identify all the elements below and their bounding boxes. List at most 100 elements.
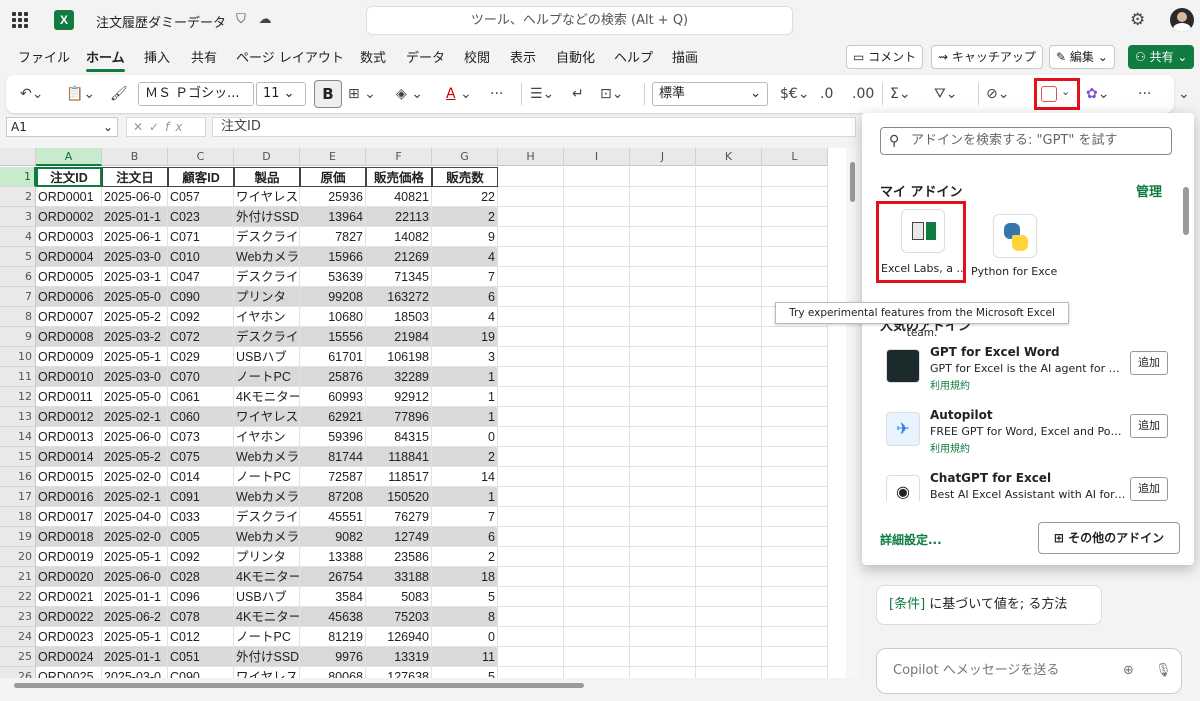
cell[interactable]: ORD0020: [36, 567, 102, 587]
cell[interactable]: 25936: [300, 187, 366, 207]
cell[interactable]: 2025-01-1: [102, 207, 168, 227]
cell[interactable]: C073: [168, 427, 234, 447]
cell[interactable]: C012: [168, 627, 234, 647]
cell[interactable]: 0: [432, 427, 498, 447]
column-header[interactable]: J: [630, 148, 696, 166]
font-size-select[interactable]: 11 ⌄: [256, 82, 306, 106]
cell[interactable]: [696, 347, 762, 367]
cell[interactable]: 15966: [300, 247, 366, 267]
cell[interactable]: [564, 187, 630, 207]
row-header[interactable]: 6: [0, 267, 36, 287]
formula-input[interactable]: 注文ID: [212, 117, 856, 137]
row-header[interactable]: 15: [0, 447, 36, 467]
cell[interactable]: [696, 287, 762, 307]
tab-formulas[interactable]: 数式: [360, 47, 386, 66]
cell[interactable]: [762, 407, 828, 427]
copilot-input[interactable]: Copilot へメッセージを送る ⊕ 🎙: [876, 648, 1182, 694]
cell[interactable]: 71345: [366, 267, 432, 287]
cell[interactable]: 1: [432, 387, 498, 407]
cell[interactable]: 76279: [366, 507, 432, 527]
cell[interactable]: 23586: [366, 547, 432, 567]
tab-share[interactable]: 共有: [191, 47, 217, 66]
cell[interactable]: [564, 247, 630, 267]
autosum-icon[interactable]: Σ⌄: [890, 84, 911, 104]
avatar[interactable]: [1170, 8, 1194, 32]
more-options-icon[interactable]: ···: [1138, 84, 1151, 104]
cell[interactable]: [696, 667, 762, 678]
clipboard-icon[interactable]: 📋⌄: [66, 84, 95, 104]
tab-view[interactable]: 表示: [510, 47, 536, 66]
row-header[interactable]: 14: [0, 427, 36, 447]
cell[interactable]: [630, 387, 696, 407]
cell[interactable]: [696, 307, 762, 327]
row-header[interactable]: 23: [0, 607, 36, 627]
header-cell[interactable]: [696, 167, 762, 187]
cell[interactable]: 22: [432, 187, 498, 207]
cell[interactable]: 2025-05-1: [102, 627, 168, 647]
cell[interactable]: 13319: [366, 647, 432, 667]
column-header[interactable]: C: [168, 148, 234, 166]
share-button[interactable]: ⚇ 共有 ⌄: [1128, 45, 1195, 69]
cell[interactable]: [696, 367, 762, 387]
tab-file[interactable]: ファイル: [18, 47, 70, 66]
cell[interactable]: 2025-05-2: [102, 307, 168, 327]
cell[interactable]: ORD0014: [36, 447, 102, 467]
cell[interactable]: 11: [432, 647, 498, 667]
cell[interactable]: [630, 247, 696, 267]
cell[interactable]: 45551: [300, 507, 366, 527]
edit-mode-button[interactable]: ✎ 編集 ⌄: [1049, 45, 1115, 69]
popup-scrollbar[interactable]: [1180, 173, 1190, 503]
cell[interactable]: [762, 367, 828, 387]
cell[interactable]: [498, 627, 564, 647]
row-header[interactable]: 13: [0, 407, 36, 427]
currency-icon[interactable]: $€⌄: [780, 84, 810, 104]
cell[interactable]: [696, 627, 762, 647]
fill-color-icon[interactable]: ◈ ⌄: [396, 84, 423, 104]
cell[interactable]: [564, 447, 630, 467]
cell[interactable]: 3: [432, 347, 498, 367]
cell[interactable]: 7827: [300, 227, 366, 247]
cell[interactable]: [498, 307, 564, 327]
cell[interactable]: [630, 527, 696, 547]
terms-link[interactable]: 利用規約: [930, 377, 970, 392]
merge-icon[interactable]: ⊡⌄: [600, 84, 623, 104]
cell[interactable]: 127638: [366, 667, 432, 678]
cell[interactable]: [630, 487, 696, 507]
cell[interactable]: 1: [432, 367, 498, 387]
cell[interactable]: 2025-02-0: [102, 527, 168, 547]
column-header[interactable]: H: [498, 148, 564, 166]
manage-link[interactable]: 管理: [1136, 181, 1162, 200]
cell[interactable]: [630, 187, 696, 207]
cell[interactable]: [630, 467, 696, 487]
cell[interactable]: Webカメラ: [234, 447, 300, 467]
cell[interactable]: [696, 547, 762, 567]
cell[interactable]: 77896: [366, 407, 432, 427]
cell[interactable]: 4: [432, 307, 498, 327]
cell[interactable]: 1: [432, 487, 498, 507]
row-header[interactable]: 12: [0, 387, 36, 407]
cell[interactable]: [630, 507, 696, 527]
row-header[interactable]: 22: [0, 587, 36, 607]
tab-home[interactable]: ホーム: [86, 47, 125, 72]
row-header[interactable]: 24: [0, 627, 36, 647]
formula-actions[interactable]: ✕✓fx: [126, 117, 206, 137]
increase-decimal-icon[interactable]: .00: [852, 84, 874, 104]
cloud-saved-icon[interactable]: ☁: [256, 11, 274, 29]
cell[interactable]: 5083: [366, 587, 432, 607]
row-header[interactable]: 9: [0, 327, 36, 347]
vertical-scrollbar[interactable]: [846, 148, 860, 678]
cell[interactable]: [696, 327, 762, 347]
cell[interactable]: [630, 427, 696, 447]
cell[interactable]: [762, 207, 828, 227]
cell[interactable]: ORD0008: [36, 327, 102, 347]
cell[interactable]: [630, 307, 696, 327]
cell[interactable]: [696, 467, 762, 487]
cell[interactable]: C010: [168, 247, 234, 267]
cell[interactable]: [498, 487, 564, 507]
cell[interactable]: 25876: [300, 367, 366, 387]
cell[interactable]: [696, 567, 762, 587]
tab-page-layout[interactable]: ページ レイアウト: [236, 47, 344, 66]
add-addin-button[interactable]: 追加: [1130, 477, 1168, 501]
cell[interactable]: C005: [168, 527, 234, 547]
cell[interactable]: デスクライ: [234, 267, 300, 287]
